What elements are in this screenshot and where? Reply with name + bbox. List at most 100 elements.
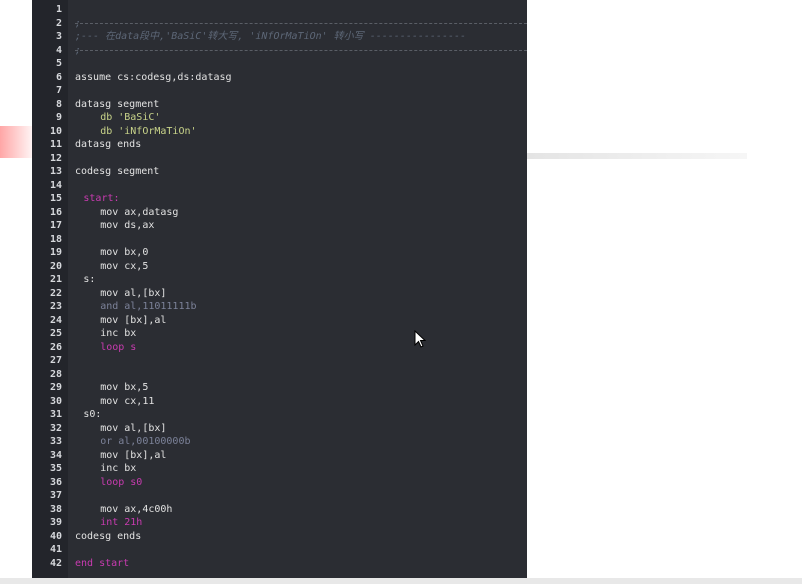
code-line[interactable]: 5: [32, 57, 527, 71]
code-line[interactable]: 10 db 'iNfOrMaTiOn': [32, 125, 527, 139]
code-line[interactable]: 3 ;--- 在data段中,'BaSiC'转大写, 'iNfOrMaTiOn' …: [32, 30, 527, 44]
code-text: ;--- 在data段中,'BaSiC'转大写, 'iNfOrMaTiOn' 转…: [75, 31, 467, 42]
code-text: datasg segment: [75, 98, 160, 110]
line-number: 20: [49, 260, 62, 272]
line-number: 21: [49, 274, 62, 285]
code-line[interactable]: 33 or al,00100000b: [32, 435, 527, 449]
code-text: or al,00100000b: [100, 436, 191, 447]
line-number: 15: [49, 193, 62, 204]
line-number: 38: [49, 503, 62, 515]
code-line[interactable]: 14: [32, 179, 527, 193]
line-number: 40: [49, 530, 62, 542]
code-text: mov ax,datasg: [100, 206, 179, 218]
code-line[interactable]: 20 mov cx,5: [32, 260, 527, 274]
line-number: 14: [49, 179, 62, 191]
line-number: 41: [49, 544, 62, 555]
code-line[interactable]: 41: [32, 543, 527, 557]
code-line[interactable]: 15 start:: [32, 192, 527, 206]
code-line[interactable]: 42 end start: [32, 557, 527, 571]
code-line[interactable]: 21 s:: [32, 273, 527, 287]
code-text: start:: [83, 193, 120, 204]
code-line[interactable]: 23 and al,11011111b: [32, 300, 527, 314]
line-number: 18: [49, 233, 62, 245]
code-line[interactable]: 35 inc bx: [32, 462, 527, 476]
code-text: ;: [75, 44, 82, 56]
code-text: loop s: [100, 341, 137, 353]
line-number: 6: [55, 71, 62, 83]
code-line[interactable]: 39 int 21h: [32, 516, 527, 530]
code-line[interactable]: 13 codesg segment: [32, 165, 527, 179]
code-line[interactable]: 11 datasg ends: [32, 138, 527, 152]
code-line[interactable]: 30 mov cx,11: [32, 395, 527, 409]
line-number: 24: [49, 314, 62, 326]
code-line[interactable]: 4;: [32, 44, 527, 58]
line-number: 31: [49, 409, 62, 420]
code-text: mov cx,11: [100, 395, 155, 407]
code-text: inc bx: [100, 328, 137, 339]
code-text: mov [bx],al: [100, 449, 167, 461]
code-line[interactable]: 16 mov ax,datasg: [32, 206, 527, 220]
code-line[interactable]: 26 loop s: [32, 341, 527, 355]
line-number: 12: [49, 152, 62, 164]
line-number: 1: [55, 4, 62, 15]
code-editor[interactable]: 1 2; 3 ;--- 在data段中,'BaSiC'转大写, 'iNfOrMaTiO…: [32, 0, 527, 578]
code-line[interactable]: 6 assume cs:codesg,ds:datasg: [32, 71, 527, 85]
code-line[interactable]: 40 codesg ends: [32, 530, 527, 544]
code-text: int 21h: [100, 517, 143, 528]
code-text: ;: [75, 17, 82, 29]
line-number: 16: [49, 206, 62, 218]
code-line[interactable]: 38 mov ax,4c00h: [32, 503, 527, 517]
code-text: db 'iNfOrMaTiOn': [100, 125, 197, 137]
code-line[interactable]: 8 datasg segment: [32, 98, 527, 112]
code-text: and al,11011111b: [100, 301, 197, 312]
line-number: 32: [49, 422, 62, 434]
line-number: 34: [49, 449, 62, 461]
line-number: 25: [49, 328, 62, 339]
code-text: datasg ends: [75, 139, 142, 150]
code-line[interactable]: 2;: [32, 17, 527, 31]
code-line[interactable]: 27: [32, 354, 527, 368]
code-line[interactable]: 34 mov [bx],al: [32, 449, 527, 463]
code-line[interactable]: 9 db 'BaSiC': [32, 111, 527, 125]
code-text: mov ds,ax: [100, 220, 155, 231]
code-line[interactable]: 19 mov bx,0: [32, 246, 527, 260]
code-line[interactable]: 24 mov [bx],al: [32, 314, 527, 328]
code-line[interactable]: 28: [32, 368, 527, 382]
line-number: 28: [49, 368, 62, 380]
code-line[interactable]: 1: [32, 3, 527, 17]
code-text: mov ax,4c00h: [100, 503, 173, 515]
line-number: 4: [55, 44, 62, 56]
code-line[interactable]: 29 mov bx,5: [32, 381, 527, 395]
code-text: s:: [83, 274, 96, 285]
line-number: 8: [55, 98, 62, 110]
code-line[interactable]: 36 loop s0: [32, 476, 527, 490]
line-number: 7: [55, 85, 62, 96]
line-number: 42: [49, 557, 62, 569]
code-text: mov bx,5: [100, 382, 149, 393]
line-number: 9: [55, 112, 62, 123]
code-line[interactable]: 25 inc bx: [32, 327, 527, 341]
code-line[interactable]: 22 mov al,[bx]: [32, 287, 527, 301]
code-line[interactable]: 12: [32, 152, 527, 166]
line-number: 29: [49, 382, 62, 393]
line-number: 5: [55, 58, 62, 69]
code-line[interactable]: 18: [32, 233, 527, 247]
line-number: 11: [49, 139, 62, 150]
line-number: 10: [49, 125, 62, 137]
line-number: 2: [55, 17, 62, 29]
code-line[interactable]: 7: [32, 84, 527, 98]
line-number: 13: [49, 166, 62, 177]
background-artifact-right: [527, 153, 747, 159]
code-text: mov al,[bx]: [100, 287, 167, 299]
code-line[interactable]: 17 mov ds,ax: [32, 219, 527, 233]
code-line[interactable]: 32 mov al,[bx]: [32, 422, 527, 436]
code-text: mov al,[bx]: [100, 422, 167, 434]
line-number: 33: [49, 436, 62, 447]
code-line[interactable]: 37: [32, 489, 527, 503]
background-artifact-left: [0, 126, 32, 158]
line-number: 3: [55, 31, 62, 42]
line-number: 35: [49, 463, 62, 474]
line-number: 36: [49, 476, 62, 488]
code-line[interactable]: 31 s0:: [32, 408, 527, 422]
code-text: db 'BaSiC': [100, 112, 161, 123]
